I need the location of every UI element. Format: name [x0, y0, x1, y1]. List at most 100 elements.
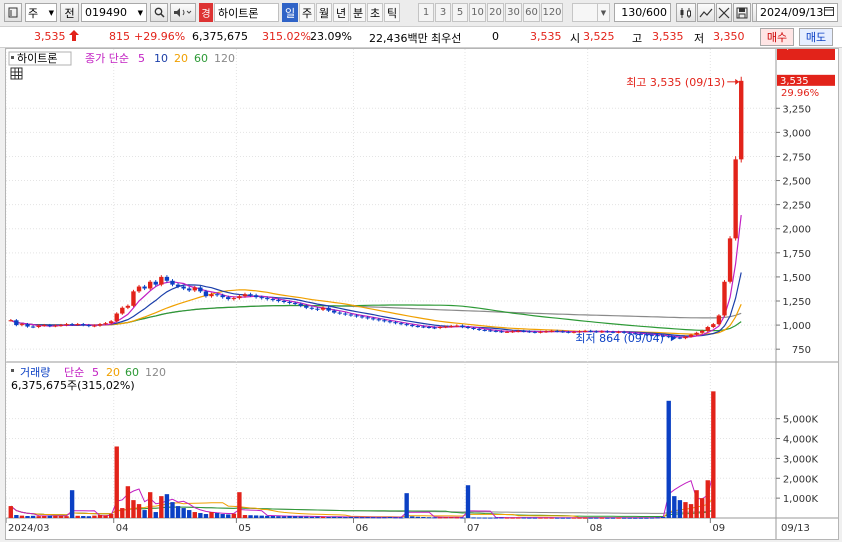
interval-button-5[interactable]: 5 — [452, 3, 468, 22]
interval-button-3[interactable]: 3 — [435, 3, 451, 22]
interval-button-10[interactable]: 10 — [469, 3, 486, 22]
chart-menu-icon[interactable] — [4, 3, 22, 22]
period-tab-2[interactable]: 월 — [316, 3, 332, 22]
candle-body — [688, 334, 694, 337]
candle-body — [276, 300, 281, 302]
period-tab-3[interactable]: 년 — [333, 3, 349, 22]
chevron-down-icon[interactable]: ▼ — [597, 3, 610, 22]
volume-bar — [220, 514, 225, 518]
market-sub-button[interactable]: 전 — [60, 3, 79, 22]
volume-bar — [666, 400, 671, 518]
volume-bar — [398, 517, 404, 519]
volume-bar — [382, 517, 387, 519]
time-tick-label: 07 — [467, 523, 480, 534]
candle-body — [320, 307, 326, 310]
candle-body — [25, 324, 30, 327]
grid-table-icon[interactable] — [10, 67, 23, 80]
candle-body — [175, 284, 181, 287]
volume-bar — [25, 516, 30, 518]
candle-body — [86, 325, 92, 327]
volume-bar — [53, 515, 58, 518]
candle-body — [237, 296, 242, 299]
chart-area[interactable]: 750 1,000 1,250 1,500 1,750 2,000 2,250 2,500 2,… — [5, 41, 839, 540]
volume-bar — [655, 517, 660, 519]
candle-type-icon[interactable] — [676, 3, 696, 22]
date-input[interactable]: 2024/09/13 — [756, 3, 838, 22]
candle-body — [69, 324, 75, 326]
ma-period-60: 60 — [194, 52, 208, 65]
volume-bar — [69, 490, 75, 518]
volume-bar — [175, 506, 181, 518]
volume-bar — [348, 517, 354, 519]
candle-body — [371, 318, 376, 320]
price-tick-label: 2,250 — [782, 201, 811, 212]
buy-button[interactable]: 매수 — [760, 28, 794, 46]
period-tab-4[interactable]: 분 — [350, 3, 366, 22]
volume-bar — [64, 516, 69, 518]
volume-bar — [376, 517, 381, 519]
candle-body — [253, 295, 259, 298]
interval-button-20[interactable]: 20 — [487, 3, 504, 22]
interval-button-1[interactable]: 1 — [418, 3, 434, 22]
interval-label: 30 — [507, 7, 520, 18]
candle-body — [53, 325, 58, 327]
volume-bar — [270, 516, 276, 518]
candle-body — [354, 315, 359, 317]
trend-tool-icon[interactable] — [697, 3, 715, 22]
volume-bar — [120, 508, 125, 518]
candle-body — [739, 80, 744, 160]
period-tab-1[interactable]: 주 — [299, 3, 315, 22]
candle-body — [198, 287, 203, 292]
time-tick-label: 09 — [712, 523, 725, 534]
volume-bar — [599, 517, 605, 519]
interval-button-60[interactable]: 60 — [523, 3, 540, 22]
price-change: 815 — [109, 30, 130, 43]
save-icon[interactable] — [733, 3, 751, 22]
volume-bar — [566, 517, 571, 519]
candle-body — [114, 313, 119, 322]
warning-badge: 경 — [199, 3, 213, 22]
candle-body — [382, 320, 387, 322]
candle-body — [19, 324, 25, 326]
draw-tool-icon[interactable] — [716, 3, 732, 22]
market-select[interactable]: 주 ▼ — [25, 3, 57, 22]
time-tick-label: 06 — [355, 523, 368, 534]
candle-body — [443, 326, 448, 328]
volume-bar — [97, 515, 103, 518]
ma-period-20: 20 — [174, 52, 188, 65]
candle-body — [170, 280, 175, 285]
interval-button-120[interactable]: 120 — [541, 3, 563, 22]
ma-period-120: 120 — [214, 52, 235, 65]
interval-button-30[interactable]: 30 — [505, 3, 522, 22]
period-tab-0[interactable]: 일 — [282, 3, 298, 22]
candle-body — [30, 326, 36, 328]
volume-bar — [510, 517, 515, 519]
period-tab-6[interactable]: 틱 — [384, 3, 400, 22]
candle-body — [560, 331, 565, 333]
volume-bar — [86, 516, 92, 518]
candle-body — [683, 336, 688, 339]
high-label: 고 — [632, 32, 643, 45]
volume-bar — [214, 513, 220, 518]
volume-bar — [488, 517, 493, 519]
candle-body — [359, 316, 365, 318]
candle-body — [164, 276, 170, 281]
candle-body — [733, 159, 738, 239]
stock-chart[interactable]: 750 1,000 1,250 1,500 1,750 2,000 2,250 2,500 2,… — [5, 41, 838, 539]
volume-bar — [437, 517, 443, 519]
count-input[interactable]: 130/600 — [614, 3, 671, 22]
sell-button[interactable]: 매도 — [799, 28, 833, 46]
candle-body — [259, 297, 264, 299]
candle-body — [677, 337, 683, 339]
candle-body — [136, 286, 142, 292]
volume-bar — [231, 513, 237, 518]
candle-body — [36, 325, 41, 328]
volume-bar — [426, 517, 432, 519]
stock-code-input[interactable]: 019490 ▼ — [81, 3, 147, 22]
search-icon[interactable] — [150, 3, 168, 22]
volume-bar — [644, 517, 649, 519]
volume-bar — [226, 514, 231, 518]
candle-body — [348, 314, 354, 316]
speaker-icon[interactable] — [170, 3, 196, 22]
period-tab-5[interactable]: 초 — [367, 3, 383, 22]
